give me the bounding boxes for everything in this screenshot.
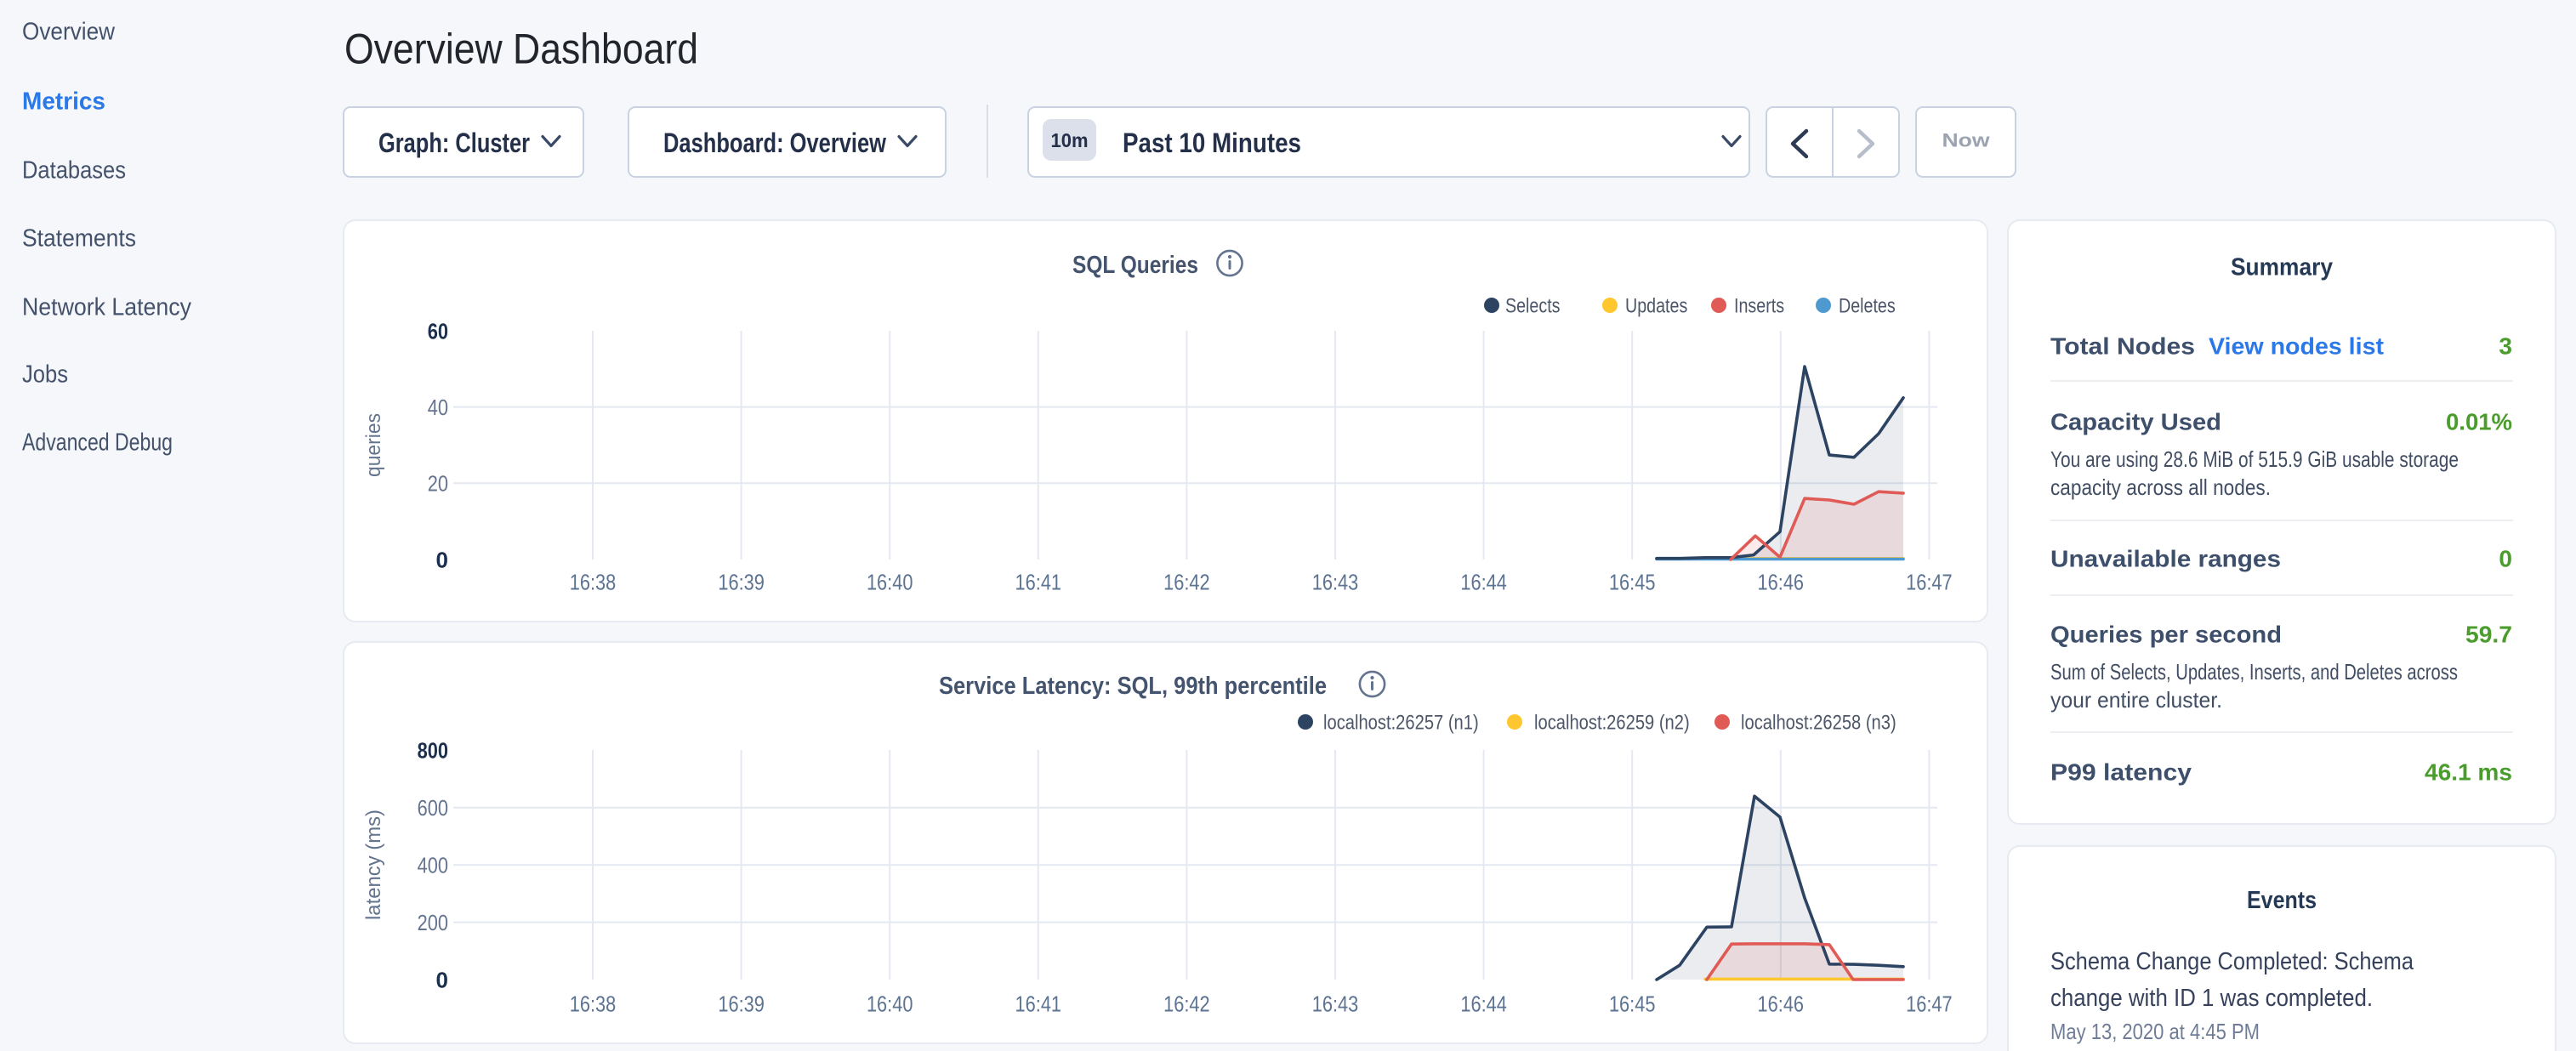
svg-text:Updates: Updates — [1625, 295, 1687, 318]
svg-text:Queries per second: Queries per second — [2050, 622, 2282, 648]
svg-text:16:44: 16:44 — [1460, 569, 1507, 594]
svg-text:Past 10 Minutes: Past 10 Minutes — [1123, 128, 1301, 158]
svg-text:16:46: 16:46 — [1758, 991, 1805, 1016]
svg-text:Graph: Cluster: Graph: Cluster — [378, 128, 530, 158]
svg-text:16:38: 16:38 — [570, 569, 617, 594]
svg-text:16:45: 16:45 — [1609, 991, 1656, 1016]
svg-text:16:42: 16:42 — [1163, 991, 1210, 1016]
svg-text:localhost:26258 (n3): localhost:26258 (n3) — [1741, 712, 1896, 735]
svg-text:20: 20 — [428, 471, 448, 497]
svg-text:localhost:26257 (n1): localhost:26257 (n1) — [1323, 712, 1479, 735]
svg-text:Capacity Used: Capacity Used — [2050, 409, 2221, 435]
svg-text:Schema Change Completed: Schem: Schema Change Completed: Schema — [2050, 948, 2414, 975]
svg-text:Events: Events — [2247, 887, 2317, 914]
svg-text:16:47: 16:47 — [1906, 991, 1953, 1016]
svg-text:200: 200 — [418, 910, 448, 935]
svg-text:800: 800 — [418, 737, 448, 763]
svg-text:0: 0 — [436, 547, 448, 572]
svg-text:Total Nodes: Total Nodes — [2050, 333, 2195, 360]
svg-text:Unavailable ranges: Unavailable ranges — [2050, 546, 2281, 572]
svg-text:View nodes list: View nodes list — [2209, 333, 2384, 360]
svg-text:3: 3 — [2499, 333, 2512, 360]
svg-text:0: 0 — [436, 967, 448, 992]
svg-text:60: 60 — [428, 318, 448, 344]
svg-text:0.01%: 0.01% — [2446, 409, 2512, 435]
svg-text:16:43: 16:43 — [1312, 569, 1359, 594]
svg-text:Summary: Summary — [2231, 254, 2333, 281]
svg-text:16:42: 16:42 — [1163, 569, 1210, 594]
svg-text:Network Latency: Network Latency — [22, 294, 191, 321]
svg-text:Dashboard: Overview: Dashboard: Overview — [663, 128, 886, 158]
svg-text:latency (ms): latency (ms) — [362, 810, 385, 920]
svg-text:Databases: Databases — [22, 157, 126, 185]
svg-text:Advanced Debug: Advanced Debug — [22, 429, 173, 457]
svg-text:46.1 ms: 46.1 ms — [2425, 759, 2512, 786]
svg-text:16:38: 16:38 — [570, 991, 617, 1016]
svg-text:You are using 28.6 MiB of 515.: You are using 28.6 MiB of 515.9 GiB usab… — [2050, 446, 2459, 472]
svg-text:P99 latency: P99 latency — [2050, 759, 2192, 786]
svg-text:capacity across all nodes.: capacity across all nodes. — [2050, 474, 2271, 500]
svg-text:16:45: 16:45 — [1609, 569, 1656, 594]
svg-text:16:39: 16:39 — [718, 569, 765, 594]
svg-text:Metrics: Metrics — [22, 88, 105, 116]
svg-text:May 13, 2020 at 4:45 PM: May 13, 2020 at 4:45 PM — [2050, 1019, 2260, 1044]
svg-text:59.7: 59.7 — [2465, 622, 2512, 648]
svg-text:Selects: Selects — [1505, 295, 1561, 318]
svg-text:400: 400 — [418, 853, 448, 878]
svg-text:Overview: Overview — [22, 19, 116, 46]
svg-text:Sum of Selects, Updates, Inser: Sum of Selects, Updates, Inserts, and De… — [2050, 659, 2458, 685]
svg-text:your entire cluster.: your entire cluster. — [2050, 687, 2222, 713]
svg-text:Overview Dashboard: Overview Dashboard — [344, 26, 698, 73]
svg-text:Jobs: Jobs — [22, 361, 68, 389]
svg-text:16:41: 16:41 — [1015, 991, 1062, 1016]
svg-text:16:43: 16:43 — [1312, 991, 1359, 1016]
svg-text:16:47: 16:47 — [1906, 569, 1953, 594]
svg-text:16:41: 16:41 — [1015, 569, 1062, 594]
svg-text:10m: 10m — [1051, 129, 1089, 151]
svg-text:600: 600 — [418, 795, 448, 821]
svg-text:Statements: Statements — [22, 225, 136, 253]
svg-text:queries: queries — [362, 413, 385, 477]
svg-text:16:40: 16:40 — [867, 569, 913, 594]
svg-text:Now: Now — [1942, 130, 1991, 151]
svg-text:40: 40 — [428, 395, 448, 420]
svg-text:SQL Queries: SQL Queries — [1072, 252, 1198, 279]
svg-text:Inserts: Inserts — [1734, 295, 1784, 318]
svg-text:16:40: 16:40 — [867, 991, 913, 1016]
svg-text:16:44: 16:44 — [1460, 991, 1507, 1016]
svg-text:0: 0 — [2499, 546, 2512, 572]
svg-text:Deletes: Deletes — [1839, 295, 1896, 318]
svg-text:Service Latency: SQL, 99th per: Service Latency: SQL, 99th percentile — [939, 673, 1327, 700]
svg-text:16:46: 16:46 — [1758, 569, 1805, 594]
svg-text:localhost:26259 (n2): localhost:26259 (n2) — [1534, 712, 1690, 735]
svg-text:16:39: 16:39 — [718, 991, 765, 1016]
svg-text:change with ID 1 was completed: change with ID 1 was completed. — [2050, 985, 2373, 1012]
